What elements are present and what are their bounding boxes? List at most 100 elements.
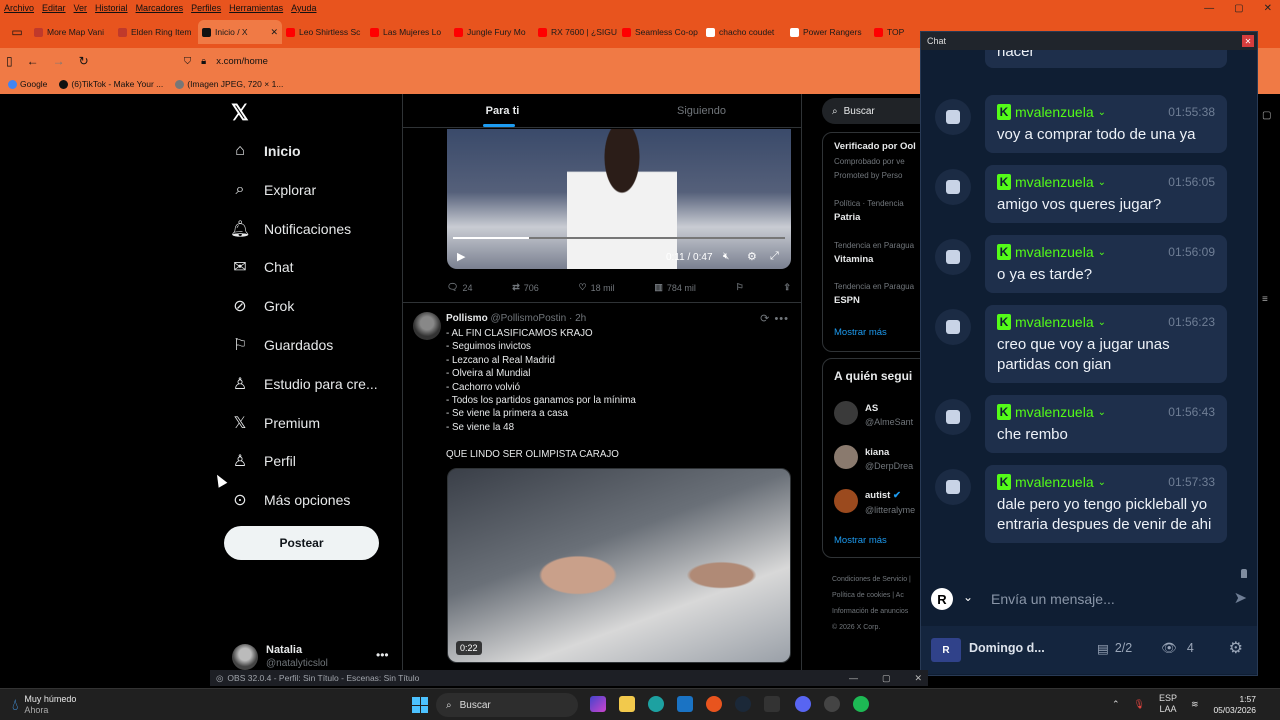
browser-tab[interactable]: Jungle Fury Mo	[450, 20, 534, 44]
avatar[interactable]	[935, 309, 971, 345]
avatar[interactable]	[935, 469, 971, 505]
steam-icon[interactable]	[735, 696, 751, 712]
more-dots-icon[interactable]: •••	[376, 648, 389, 662]
chat-messages[interactable]: hacer Kmvalenzuela ⌄ 01:55:38 voy a comprar…	[921, 50, 1257, 578]
scrollbar[interactable]	[1241, 569, 1247, 578]
menu-item[interactable]: Ayuda	[291, 3, 316, 13]
reply-button[interactable]: 🗨︎ 24	[447, 282, 472, 293]
browser-tab[interactable]: Elden Ring Item	[114, 20, 198, 44]
username[interactable]: mvalenzuela	[1015, 474, 1094, 490]
back-icon[interactable]: ←	[27, 54, 39, 68]
tweet-video[interactable]: 0:22	[447, 468, 791, 663]
sidebar-toggle-icon[interactable]: ▭	[4, 25, 30, 39]
chevron-down-icon[interactable]: ⌄	[963, 590, 973, 604]
stream-title[interactable]: Domingo d...	[969, 641, 1045, 655]
bookmark-item[interactable]: (Imagen JPEG, 720 × 1...	[175, 79, 283, 89]
nav-item-premium[interactable]: 𝕏 Premium	[230, 408, 320, 438]
username[interactable]: mvalenzuela	[1015, 314, 1094, 330]
copilot-icon[interactable]	[590, 696, 606, 712]
address-bar[interactable]: ⛉ 🔒︎ x.com/home	[178, 52, 920, 70]
stream-thumbnail[interactable]: R	[931, 638, 961, 662]
avatar[interactable]	[935, 169, 971, 205]
trend-name[interactable]: Patria	[834, 212, 860, 223]
minimize-icon[interactable]: —	[1204, 3, 1214, 14]
chevron-down-icon[interactable]: ⌄	[1098, 107, 1106, 118]
maximize-icon[interactable]: ▢	[1234, 3, 1243, 14]
who-name[interactable]: AS	[865, 403, 878, 414]
weather-widget[interactable]: 💧︎ Muy húmedo Ahora	[12, 694, 76, 716]
nav-item-más-opciones[interactable]: ⊙ Más opciones	[230, 485, 350, 515]
footer-link[interactable]: Información de anuncios	[832, 604, 911, 620]
verified-title[interactable]: Verificado por Ool	[834, 141, 916, 152]
browser-tab[interactable]: More Map Vani	[30, 20, 114, 44]
who-name[interactable]: autist ✔	[865, 490, 901, 501]
username[interactable]: mvalenzuela	[1015, 174, 1094, 190]
forward-icon[interactable]: →	[53, 54, 65, 68]
show-more-link[interactable]: Mostrar más	[834, 327, 887, 338]
more-dots-icon[interactable]: ⟳ •••	[760, 312, 789, 325]
bookmark-item[interactable]: Google	[8, 79, 47, 89]
message-input[interactable]	[991, 586, 1221, 612]
play-icon[interactable]: ▶	[457, 250, 465, 263]
minimize-icon[interactable]: —	[849, 673, 858, 683]
taskbar-search[interactable]: ⌕ Buscar	[436, 693, 578, 717]
nav-item-estudio-para-cre[interactable]: ♙ Estudio para cre...	[230, 369, 378, 399]
gear-icon[interactable]: ⚙	[1229, 638, 1243, 658]
views-button[interactable]: ▥ 784 mil	[654, 282, 696, 293]
x-logo-icon[interactable]: 𝕏	[231, 100, 249, 126]
close-icon[interactable]: ✕	[914, 673, 922, 684]
obs-icon[interactable]	[824, 696, 840, 712]
bookmark-item[interactable]: (6)TikTok - Make Your ...	[59, 79, 163, 89]
chevron-down-icon[interactable]: ⌄	[1098, 177, 1106, 188]
avatar[interactable]	[834, 445, 858, 469]
browser-tab[interactable]: Inicio / X ✕	[198, 20, 282, 44]
username[interactable]: mvalenzuela	[1015, 404, 1094, 420]
username[interactable]: mvalenzuela	[1015, 244, 1094, 260]
folder-icon[interactable]	[619, 696, 635, 712]
nav-item-notificaciones[interactable]: 🔔︎ Notificaciones	[230, 214, 351, 244]
fullscreen-icon[interactable]: ⤢	[770, 250, 779, 263]
menu-item[interactable]: Perfiles	[191, 3, 221, 13]
nav-item-guardados[interactable]: ⚐ Guardados	[230, 330, 333, 360]
browser-tab[interactable]: Leo Shirtless Sc	[282, 20, 366, 44]
avatar[interactable]	[935, 239, 971, 275]
nav-item-perfil[interactable]: ♙ Perfil	[230, 446, 296, 476]
settings-icon[interactable]: ⚙	[747, 250, 757, 263]
nav-item-chat[interactable]: ✉ Chat	[230, 252, 293, 282]
outlook-icon[interactable]	[677, 696, 693, 712]
video-progress[interactable]	[453, 237, 785, 239]
chevron-down-icon[interactable]: ⌄	[1098, 317, 1106, 328]
trend-name[interactable]: Vitamina	[834, 254, 873, 265]
chevron-down-icon[interactable]: ⌄	[1098, 247, 1106, 258]
repost-button[interactable]: ⇄ 706	[512, 282, 539, 293]
browser-tab[interactable]: chacho coudet	[702, 20, 786, 44]
spotify-icon[interactable]	[853, 696, 869, 712]
username[interactable]: mvalenzuela	[1015, 104, 1094, 120]
chevron-down-icon[interactable]: ⌄	[1098, 477, 1106, 488]
mic-icon[interactable]: 🎙︎	[1134, 699, 1145, 710]
menu-item[interactable]: Archivo	[4, 3, 34, 13]
edge-icon[interactable]	[648, 696, 664, 712]
windows-start-icon[interactable]	[412, 697, 428, 713]
menu-item[interactable]: Historial	[95, 3, 128, 13]
menu-item[interactable]: Herramientas	[229, 3, 283, 13]
epic-icon[interactable]	[764, 696, 780, 712]
window-icon[interactable]: ▢	[1262, 110, 1271, 121]
chevron-up-icon[interactable]: ⌃	[1112, 699, 1120, 710]
firefox-icon[interactable]	[706, 696, 722, 712]
browser-tab[interactable]: Las Mujeres Lo	[366, 20, 450, 44]
trend-name[interactable]: ESPN	[834, 295, 860, 306]
shield-icon[interactable]: ⛉	[184, 56, 191, 67]
channel-badge[interactable]: R	[931, 588, 953, 610]
nav-item-explorar[interactable]: ⌕ Explorar	[230, 175, 317, 205]
menu-item[interactable]: Editar	[42, 3, 66, 13]
close-icon[interactable]: ✕	[1242, 35, 1254, 47]
tweet-author[interactable]: Pollismo @PollismoPostin · 2h	[446, 313, 586, 324]
bookmark-button[interactable]: ⚐	[736, 282, 744, 293]
menu-icon[interactable]: ≡	[1262, 294, 1268, 305]
share-button[interactable]: ⇪	[783, 282, 791, 293]
browser-tab[interactable]: RX 7600 | ¿SIGU	[534, 20, 618, 44]
wifi-icon[interactable]: ≋	[1191, 699, 1199, 710]
menu-item[interactable]: Marcadores	[136, 3, 184, 13]
footer-link[interactable]: Condiciones de Servicio |	[832, 572, 911, 588]
